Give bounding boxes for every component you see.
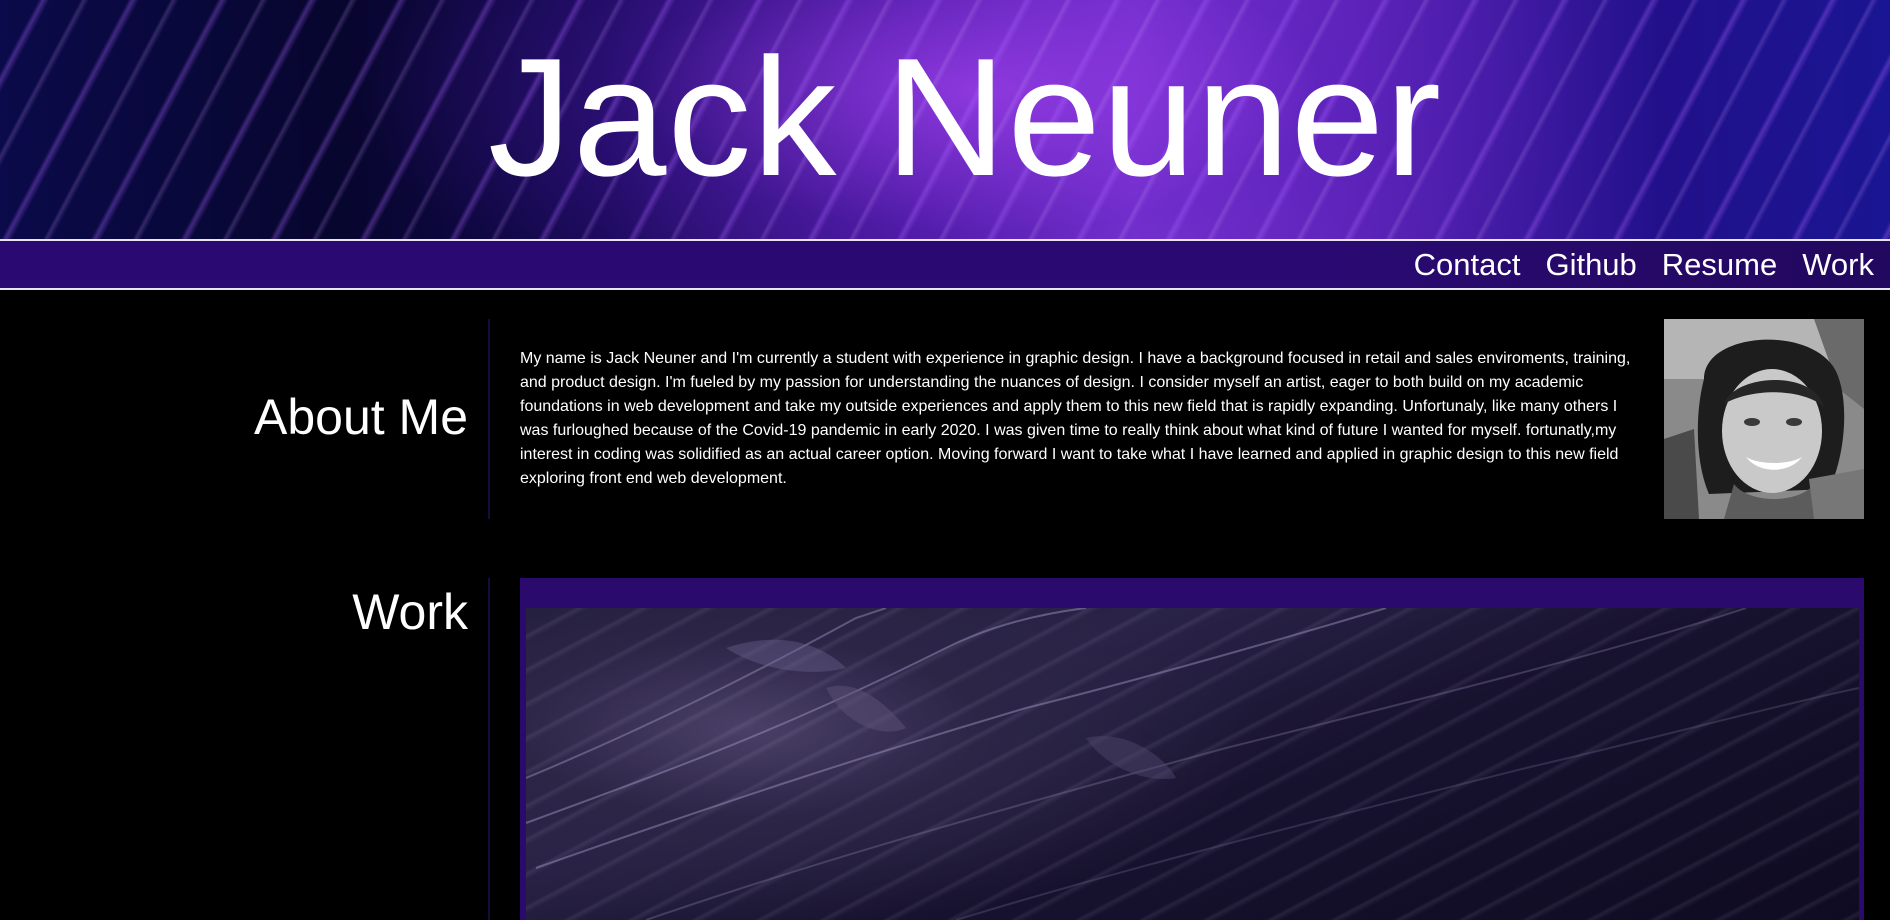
work-preview-image[interactable]: [526, 608, 1859, 920]
portrait-image: [1664, 319, 1864, 519]
work-heading: Work: [352, 584, 468, 640]
nav-link-github[interactable]: Github: [1545, 241, 1636, 288]
nav-bar: Contact Github Resume Work: [0, 239, 1890, 290]
sand-texture-image: [526, 608, 1859, 920]
nav-link-work[interactable]: Work: [1802, 241, 1874, 288]
avatar: [1664, 319, 1864, 519]
work-divider: [488, 578, 490, 920]
about-divider: [488, 319, 490, 519]
nav-link-resume[interactable]: Resume: [1662, 241, 1777, 288]
hero-banner: Jack Neuner: [0, 0, 1890, 239]
about-heading: About Me: [253, 389, 468, 445]
nav-links: Contact Github Resume Work: [1414, 241, 1874, 288]
nav-link-contact[interactable]: Contact: [1414, 241, 1521, 288]
work-card[interactable]: [520, 578, 1864, 920]
site-title: Jack Neuner: [487, 23, 1443, 211]
about-text: My name is Jack Neuner and I'm currently…: [520, 350, 1631, 487]
